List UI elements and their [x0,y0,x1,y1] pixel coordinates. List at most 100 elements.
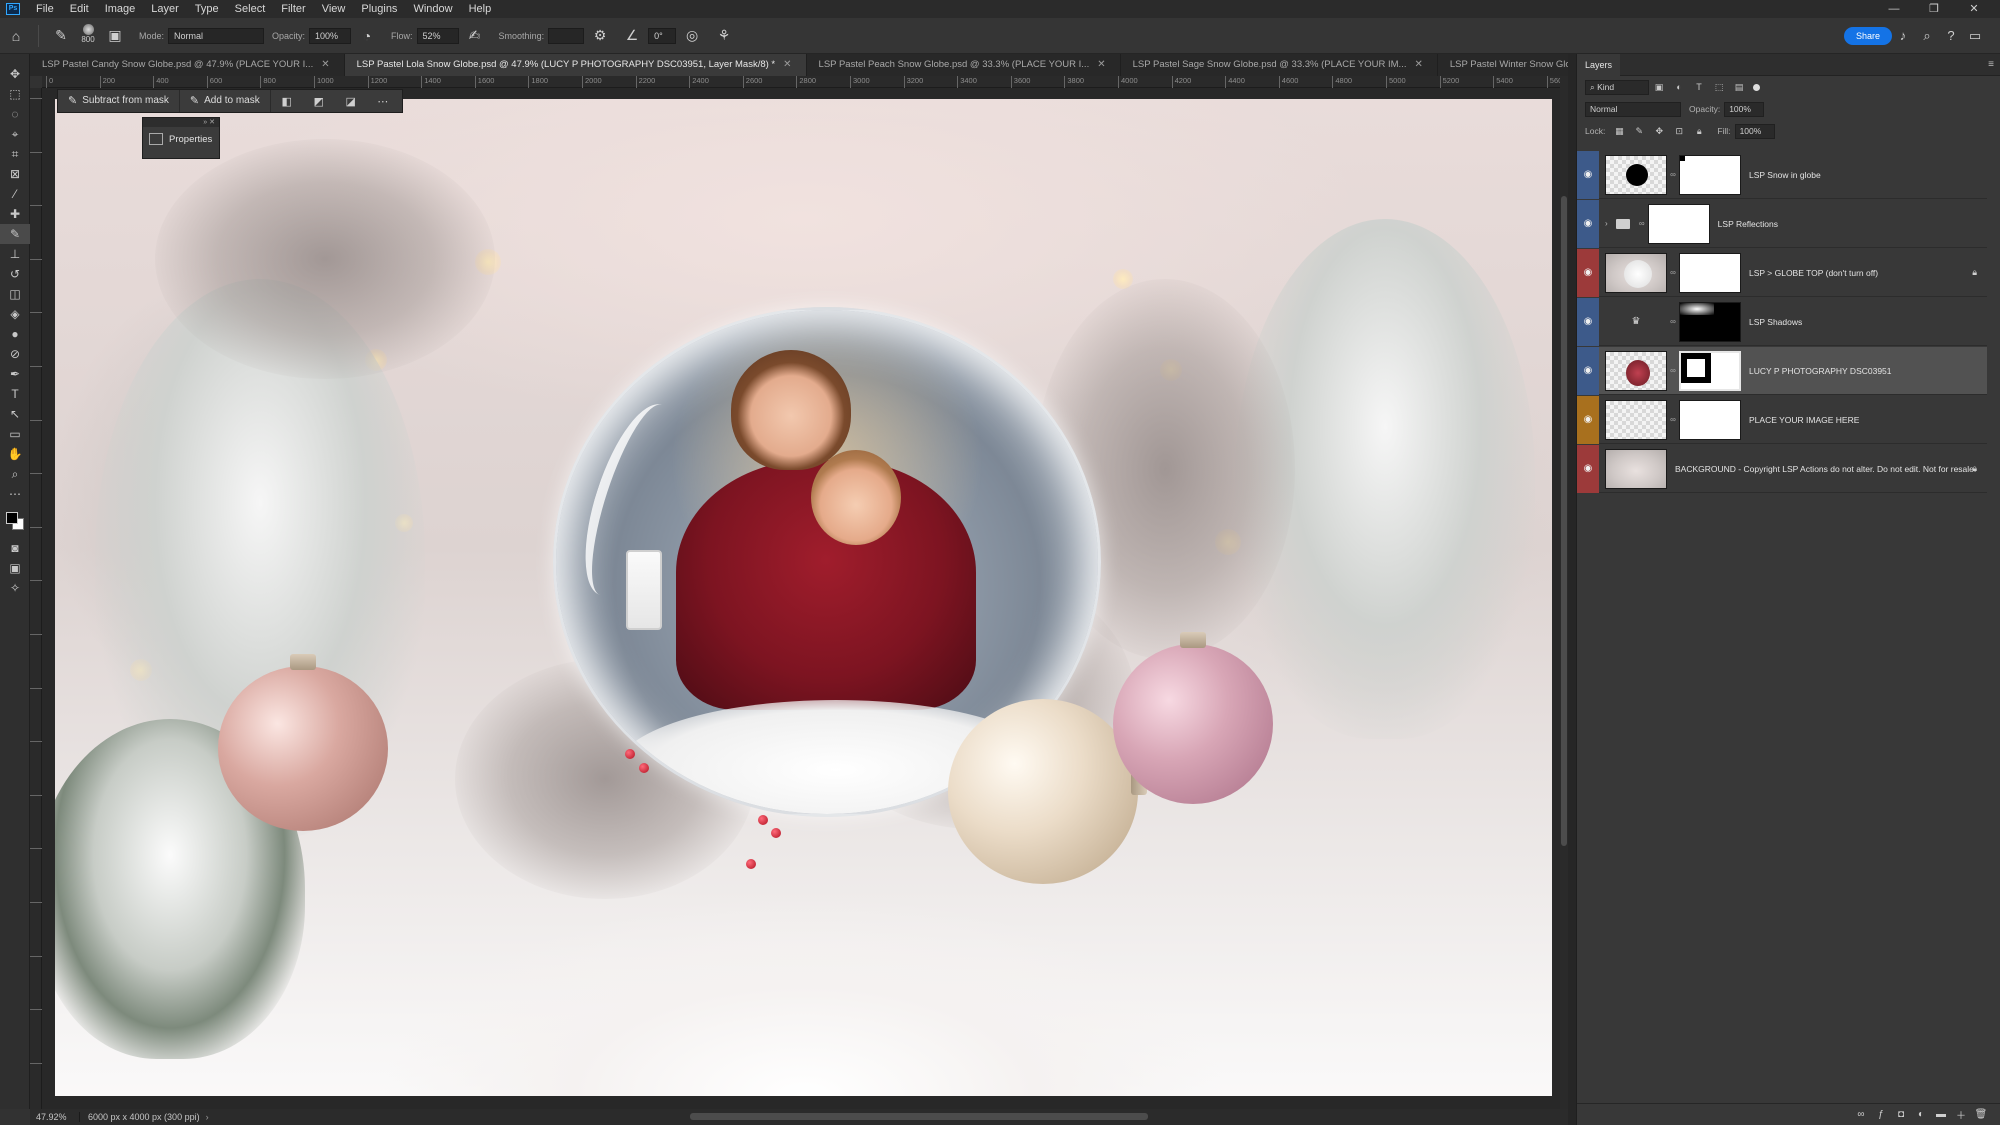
properties-panel-collapsed[interactable]: » ✕ Properties [142,117,220,159]
layer-row-lucy-p-photography[interactable]: ◉ ∞ LUCY P PHOTOGRAPHY DSC03951 [1577,346,1987,395]
minimize-button[interactable]: — [1874,0,1914,18]
lock-transparent-icon[interactable]: ▦ [1612,124,1626,138]
horizontal-scrollbar[interactable] [690,1113,1148,1120]
eyedropper-tool-icon[interactable]: ⁄ [0,184,30,204]
marquee-tool-icon[interactable]: ⬚ [0,84,30,104]
menu-filter[interactable]: Filter [273,0,313,18]
visibility-eye-icon[interactable]: ◉ [1584,316,1593,327]
brush-tool-icon[interactable]: ✎ [0,224,30,244]
visibility-eye-icon[interactable]: ◉ [1584,169,1593,180]
search-icon[interactable]: ⌕ [1918,27,1936,45]
notifications-bell-icon[interactable]: ♪ [1894,27,1912,45]
menu-layer[interactable]: Layer [143,0,187,18]
layer-row-reflections[interactable]: ◉ › ∞ LSP Reflections [1577,199,1987,248]
add-mask-icon[interactable]: ◘ [1891,1109,1911,1120]
mask-link-icon[interactable]: ∞ [1667,170,1679,179]
tab-close-icon[interactable]: ✕ [1097,54,1105,76]
tab-layers[interactable]: Layers [1577,53,1621,76]
status-menu-chevron-icon[interactable]: › [206,1112,209,1122]
menu-edit[interactable]: Edit [62,0,97,18]
tab-peach-snow-globe[interactable]: LSP Pastel Peach Snow Globe.psd @ 33.3% … [807,54,1121,76]
filter-kind-select[interactable]: ⌕ Kind [1585,79,1649,95]
brush-settings-icon[interactable]: ▣ [104,25,126,47]
layer-row-snow-in-globe[interactable]: ◉ ∞ LSP Snow in globe [1577,150,1987,199]
angle-field[interactable]: 0° [648,27,677,44]
link-layers-icon[interactable]: ∞ [1851,1109,1871,1120]
tab-close-icon[interactable]: ✕ [321,54,329,76]
layer-mask-thumbnail-selected[interactable] [1679,350,1741,391]
layer-opacity-field[interactable]: 100% [1724,101,1765,117]
screen-mode-icon[interactable]: ▣ [0,558,30,578]
zoom-tool-icon[interactable]: ⌕ [0,464,30,484]
eraser-tool-icon[interactable]: ◫ [0,284,30,304]
share-button[interactable]: Share [1843,27,1892,45]
color-swatches[interactable] [0,508,30,538]
visibility-eye-icon[interactable]: ◉ [1584,267,1593,278]
lock-all-icon[interactable]: 🔒︎ [1692,124,1706,138]
zoom-level[interactable]: 47.92% [30,1112,80,1122]
layer-mask-thumbnail[interactable] [1679,399,1741,440]
more-options-icon[interactable]: ⋯ [367,95,399,108]
layer-row-place-your-image[interactable]: ◉ ∞ PLACE YOUR IMAGE HERE [1577,395,1987,444]
menu-file[interactable]: File [28,0,62,18]
pressure-size-icon[interactable]: ◎ [681,25,703,47]
smoothing-field[interactable] [548,27,585,44]
lock-artboard-icon[interactable]: ⊡ [1672,124,1686,138]
tab-close-icon[interactable]: ✕ [783,54,791,76]
filter-pixel-icon[interactable]: ▣ [1652,80,1666,94]
blend-mode-select[interactable]: Normal [1585,101,1681,117]
tab-candy-snow-globe[interactable]: LSP Pastel Candy Snow Globe.psd @ 47.9% … [30,54,345,76]
mask-feather-icon[interactable]: ◩ [303,95,335,108]
mask-link-icon[interactable]: ∞ [1667,366,1679,375]
opacity-field[interactable]: 100% [309,27,352,44]
new-layer-icon[interactable]: ＋ [1951,1107,1971,1122]
generative-fill-icon[interactable]: ✧ [0,578,30,598]
fill-field[interactable]: 100% [1734,123,1775,139]
filter-shape-icon[interactable]: ⬚ [1712,80,1726,94]
menu-help[interactable]: Help [461,0,500,18]
crop-tool-icon[interactable]: ⌗ [0,144,30,164]
filter-smart-object-icon[interactable]: ▤ [1732,80,1746,94]
type-tool-icon[interactable]: T [0,384,30,404]
smoothing-options-gear-icon[interactable]: ⚙ [589,25,611,47]
layer-style-fx-icon[interactable]: ƒ [1871,1109,1891,1120]
path-selection-tool-icon[interactable]: ↖ [0,404,30,424]
workspace-icon[interactable]: ▭ [1966,27,1984,45]
restore-button[interactable]: ❐ [1914,0,1954,18]
foreground-color-swatch[interactable] [6,512,18,524]
menu-window[interactable]: Window [405,0,460,18]
brush-size-picker[interactable]: 800 [77,22,99,50]
layer-row-shadows[interactable]: ◉ ♛ ∞ LSP Shadows [1577,297,1987,346]
symmetry-icon[interactable]: ⚘ [713,25,735,47]
filter-adjustment-icon[interactable]: ◐ [1672,80,1686,94]
lasso-tool-icon[interactable]: ◌ [0,104,30,124]
document-canvas[interactable] [55,99,1552,1096]
layer-row-background[interactable]: ◉ BACKGROUND - Copyright LSP Actions do … [1577,444,1987,493]
quick-mask-icon[interactable]: ◙ [0,538,30,558]
pen-tool-icon[interactable]: ✒ [0,364,30,384]
delete-layer-trash-icon[interactable]: 🗑︎ [1971,1109,1991,1120]
flow-field[interactable]: 52% [416,27,459,44]
panel-menu-icon[interactable]: ≡ [1988,59,1994,70]
new-adjustment-layer-icon[interactable]: ◐ [1911,1109,1931,1120]
dodge-tool-icon[interactable]: ⊘ [0,344,30,364]
add-to-mask-button[interactable]: ✎ Add to mask [180,90,271,112]
visibility-eye-icon[interactable]: ◉ [1584,463,1593,474]
canvas-area[interactable]: ✎ Subtract from mask ✎ Add to mask ◧ ◩ ◪… [42,88,1560,1109]
layer-mask-thumbnail[interactable] [1679,301,1741,342]
menu-select[interactable]: Select [227,0,274,18]
layer-row-globe-top[interactable]: ◉ ∞ LSP > GLOBE TOP (don't turn off) 🔒︎ [1577,248,1987,297]
more-tools-icon[interactable]: ⋯ [0,484,30,504]
layer-mask-thumbnail[interactable] [1647,203,1710,244]
properties-button[interactable]: Properties [143,127,219,151]
clone-stamp-tool-icon[interactable]: ⊥ [0,244,30,264]
brush-tool-preset-icon[interactable]: ✎ [50,25,72,47]
mask-link-icon[interactable]: ∞ [1667,317,1679,326]
visibility-eye-icon[interactable]: ◉ [1584,414,1593,425]
home-icon[interactable]: ⌂ [5,25,27,47]
filter-type-icon[interactable]: T [1692,80,1706,94]
subtract-from-mask-button[interactable]: ✎ Subtract from mask [58,90,180,112]
group-expand-chevron-icon[interactable]: › [1605,219,1608,228]
paint-bucket-tool-icon[interactable]: ◈ [0,304,30,324]
visibility-eye-icon[interactable]: ◉ [1584,218,1593,229]
